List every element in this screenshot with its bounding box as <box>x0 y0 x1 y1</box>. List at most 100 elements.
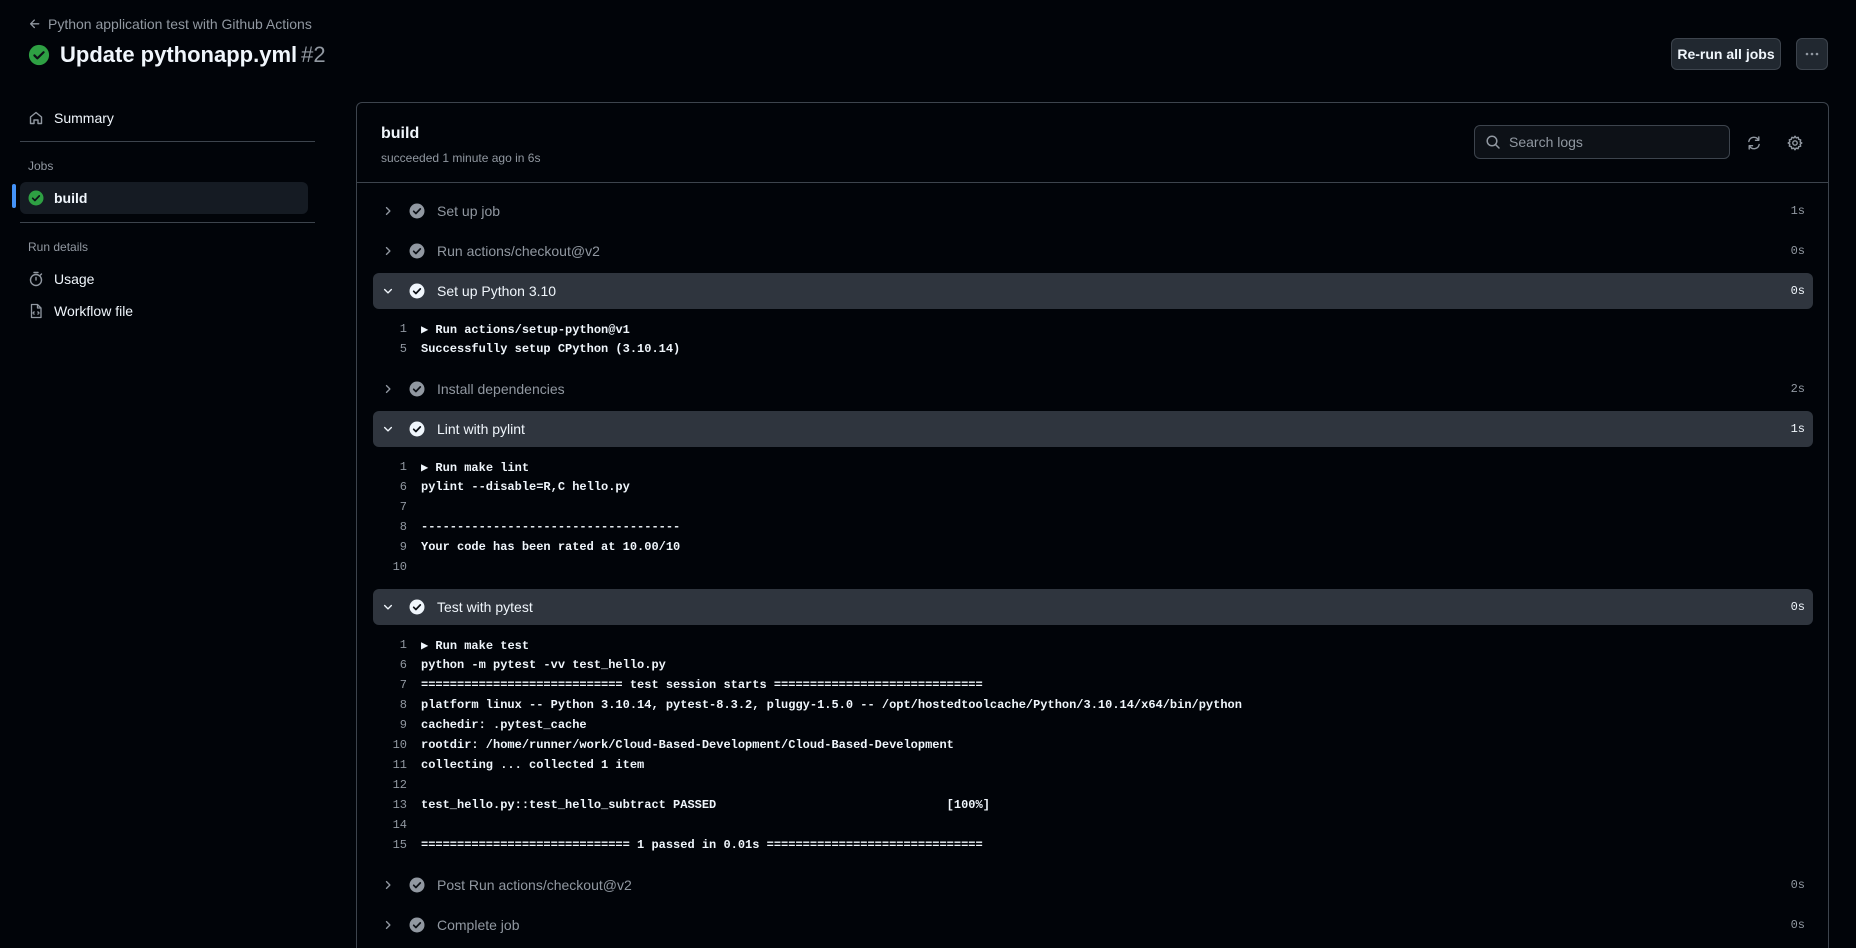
check-circle-fill-icon <box>409 599 425 615</box>
sidebar-item-label: Usage <box>54 271 95 287</box>
step-row[interactable]: Set up job 1s <box>373 193 1813 229</box>
log-line-text: ============================= 1 passed i… <box>421 838 983 852</box>
log-line-number[interactable]: 14 <box>373 818 421 832</box>
step-label: Set up job <box>437 203 501 219</box>
log-line-number[interactable]: 1 <box>373 322 421 336</box>
log-line-number[interactable]: 10 <box>373 738 421 752</box>
sidebar-divider <box>20 222 315 223</box>
sidebar-item-label: Summary <box>54 110 114 126</box>
rerun-all-jobs-button[interactable]: Re-run all jobs <box>1671 38 1781 70</box>
active-indicator <box>12 184 16 208</box>
log-line: 7 <box>373 497 1813 517</box>
sidebar-divider <box>20 141 315 142</box>
check-circle-fill-icon <box>409 381 425 397</box>
step-duration: 2s <box>1790 382 1805 396</box>
sync-icon <box>1746 135 1762 151</box>
log-line-text: python -m pytest -vv test_hello.py <box>421 658 666 672</box>
check-circle-fill-icon <box>409 421 425 437</box>
step-label: Set up Python 3.10 <box>437 283 557 299</box>
log-line-text: test_hello.py::test_hello_subtract PASSE… <box>421 798 990 812</box>
log-line: 15 ============================= 1 passed… <box>373 835 1813 855</box>
more-options-button[interactable] <box>1796 38 1828 70</box>
log-line: 10 rootdir: /home/runner/work/Cloud-Based… <box>373 735 1813 755</box>
log-line-number[interactable]: 8 <box>373 520 421 534</box>
check-circle-fill-icon <box>409 283 425 299</box>
gear-icon <box>1787 135 1803 151</box>
chevron-down-icon <box>381 601 395 613</box>
log-line-number[interactable]: 5 <box>373 342 421 356</box>
step-log: 1 ▶ Run make test 6 python -m pytest -vv te… <box>373 629 1813 863</box>
log-line: 6 python -m pytest -vv test_hello.py <box>373 655 1813 675</box>
steps-list: Set up job 1s Run actions/checkout@v2 0s Set… <box>373 193 1813 947</box>
log-line: 9 cachedir: .pytest_cache <box>373 715 1813 735</box>
step-log: 1 ▶ Run make lint 6 pylint --disable=R,C he… <box>373 451 1813 585</box>
refresh-button[interactable] <box>1742 131 1766 155</box>
search-logs-field[interactable] <box>1474 125 1730 159</box>
log-line-number[interactable]: 7 <box>373 678 421 692</box>
log-line-number[interactable]: 15 <box>373 838 421 852</box>
run-title: Update pythonapp.yml <box>60 42 298 67</box>
log-line-number[interactable]: 13 <box>373 798 421 812</box>
settings-button[interactable] <box>1783 131 1807 155</box>
log-line-text: ============================ test sessio… <box>421 678 983 692</box>
step-duration: 1s <box>1790 204 1805 218</box>
sidebar-item-summary[interactable]: Summary <box>20 102 308 134</box>
step-label: Test with pytest <box>437 599 533 615</box>
step-duration: 0s <box>1790 284 1805 298</box>
check-circle-fill-icon <box>409 203 425 219</box>
log-line: 7 ============================ test sessi… <box>373 675 1813 695</box>
log-line-text: rootdir: /home/runner/work/Cloud-Based-D… <box>421 738 954 752</box>
log-line-number[interactable]: 9 <box>373 540 421 554</box>
log-line-number[interactable]: 1 <box>373 460 421 474</box>
sidebar-item-build[interactable]: build <box>20 182 308 214</box>
stopwatch-icon <box>28 271 44 287</box>
step-row[interactable]: Set up Python 3.10 0s <box>373 273 1813 309</box>
step-duration: 0s <box>1790 244 1805 258</box>
page-title: Update pythonapp.yml #2 <box>28 42 326 68</box>
run-number: #2 <box>301 42 326 67</box>
log-line-number[interactable]: 9 <box>373 718 421 732</box>
log-line-number[interactable]: 7 <box>373 500 421 514</box>
check-circle-fill-icon <box>409 877 425 893</box>
log-line-number[interactable]: 12 <box>373 778 421 792</box>
step-row[interactable]: Lint with pylint 1s <box>373 411 1813 447</box>
log-line-number[interactable]: 1 <box>373 638 421 652</box>
chevron-right-icon <box>381 383 395 395</box>
log-line-number[interactable]: 11 <box>373 758 421 772</box>
log-line-text: collecting ... collected 1 item <box>421 758 645 772</box>
log-line-text: ▶ Run make lint <box>421 460 530 475</box>
log-line-text: platform linux -- Python 3.10.14, pytest… <box>421 698 1242 712</box>
run-details-heading: Run details <box>28 240 89 254</box>
step-row[interactable]: Post Run actions/checkout@v2 0s <box>373 867 1813 903</box>
log-line-text: ▶ Run make test <box>421 638 530 653</box>
step-duration: 0s <box>1790 600 1805 614</box>
step-row[interactable]: Test with pytest 0s <box>373 589 1813 625</box>
file-code-icon <box>28 303 44 319</box>
log-line: 1 ▶ Run actions/setup-python@v1 <box>373 319 1813 339</box>
log-line-number[interactable]: 10 <box>373 560 421 574</box>
home-icon <box>28 110 44 126</box>
search-icon <box>1485 134 1501 150</box>
chevron-right-icon <box>381 205 395 217</box>
check-circle-fill-icon <box>28 44 50 66</box>
step-label: Lint with pylint <box>437 421 525 437</box>
step-row[interactable]: Run actions/checkout@v2 0s <box>373 233 1813 269</box>
log-line-number[interactable]: 6 <box>373 480 421 494</box>
log-line: 13 test_hello.py::test_hello_subtract PAS… <box>373 795 1813 815</box>
sidebar-item-label: build <box>54 190 88 206</box>
step-row[interactable]: Complete job 0s <box>373 907 1813 943</box>
log-line-number[interactable]: 6 <box>373 658 421 672</box>
chevron-right-icon <box>381 245 395 257</box>
back-link[interactable]: Python application test with Github Acti… <box>28 16 312 32</box>
check-circle-fill-icon <box>409 917 425 933</box>
arrow-left-icon <box>28 17 42 31</box>
log-line: 6 pylint --disable=R,C hello.py <box>373 477 1813 497</box>
log-line-number[interactable]: 8 <box>373 698 421 712</box>
step-duration: 0s <box>1790 878 1805 892</box>
sidebar-item-workflow-file[interactable]: Workflow file <box>20 295 308 327</box>
sidebar-item-usage[interactable]: Usage <box>20 263 308 295</box>
job-header: build succeeded 1 minute ago in 6s <box>357 103 1828 183</box>
log-line-text: Your code has been rated at 10.00/10 <box>421 540 681 554</box>
step-row[interactable]: Install dependencies 2s <box>373 371 1813 407</box>
search-logs-input[interactable] <box>1509 134 1719 150</box>
